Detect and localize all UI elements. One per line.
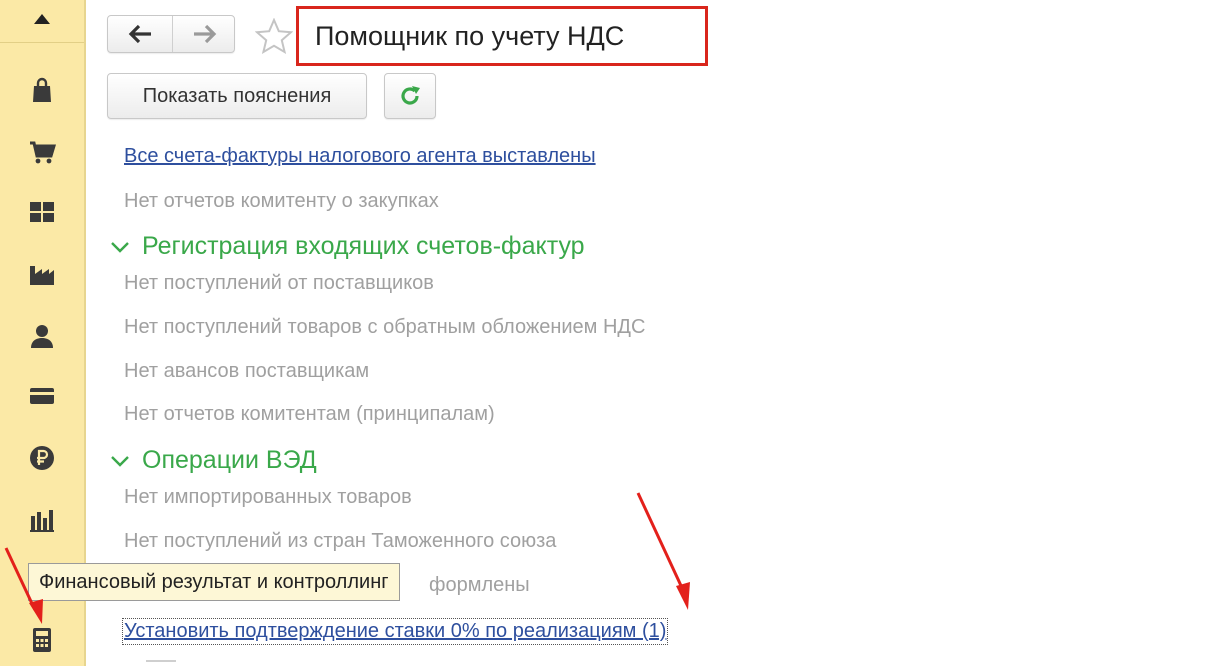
partial-item-divider [146, 660, 176, 662]
forward-button[interactable] [173, 16, 236, 52]
tax-agent-invoices-link[interactable]: Все счета-фактуры налогового агента выст… [124, 145, 596, 168]
section-title: Регистрация входящих счетов-фактур [142, 232, 585, 260]
section-foreign-trade[interactable]: Операции ВЭД [110, 446, 317, 475]
title-highlight-frame: Помощник по учету НДС [296, 6, 708, 66]
list-item: Нет поступлений от поставщиков [124, 272, 434, 294]
list-item: формлены [429, 574, 530, 596]
warehouse-icon[interactable] [28, 198, 56, 226]
cart-icon[interactable] [28, 138, 56, 166]
arrow-left-icon [128, 24, 151, 44]
sidebar-tooltip: Финансовый результат и контроллинг [28, 563, 400, 601]
chevron-down-icon [110, 454, 134, 468]
add-to-favorites-button[interactable] [254, 17, 294, 59]
list-item: Нет импортированных товаров [124, 486, 412, 508]
refresh-button[interactable] [384, 73, 436, 119]
bag-icon[interactable] [28, 76, 56, 104]
zero-rate-confirmation-link[interactable]: Установить подтверждение ставки 0% по ре… [121, 618, 669, 645]
triangle-up-icon [34, 14, 50, 24]
ruble-icon[interactable] [28, 444, 56, 472]
navigation-buttons [107, 15, 235, 53]
section-incoming-invoices[interactable]: Регистрация входящих счетов-фактур [110, 232, 585, 261]
section-title: Операции ВЭД [142, 446, 317, 474]
arrow-right-icon [194, 24, 217, 44]
show-explanations-button[interactable]: Показать пояснения [107, 73, 367, 119]
card-icon[interactable] [28, 382, 56, 410]
person-icon[interactable] [28, 322, 56, 350]
calculator-icon[interactable] [28, 626, 56, 654]
list-item: Нет авансов поставщикам [124, 360, 370, 382]
factory-icon[interactable] [28, 260, 56, 288]
chevron-down-icon [110, 240, 134, 254]
list-item: Нет поступлений товаров с обратным облож… [124, 316, 646, 338]
star-icon [254, 17, 294, 55]
list-item: Нет отчетов комитенту о закупках [124, 190, 439, 212]
page-title: Помощник по учету НДС [315, 21, 625, 51]
list-item: Нет отчетов комитентам (принципалам) [124, 403, 495, 425]
refresh-icon [401, 86, 420, 105]
sidebar-scroll-up-button[interactable] [0, 0, 84, 43]
bar-chart-icon[interactable] [28, 506, 56, 534]
back-button[interactable] [108, 16, 171, 52]
list-item: Нет поступлений из стран Таможенного сою… [124, 530, 557, 552]
